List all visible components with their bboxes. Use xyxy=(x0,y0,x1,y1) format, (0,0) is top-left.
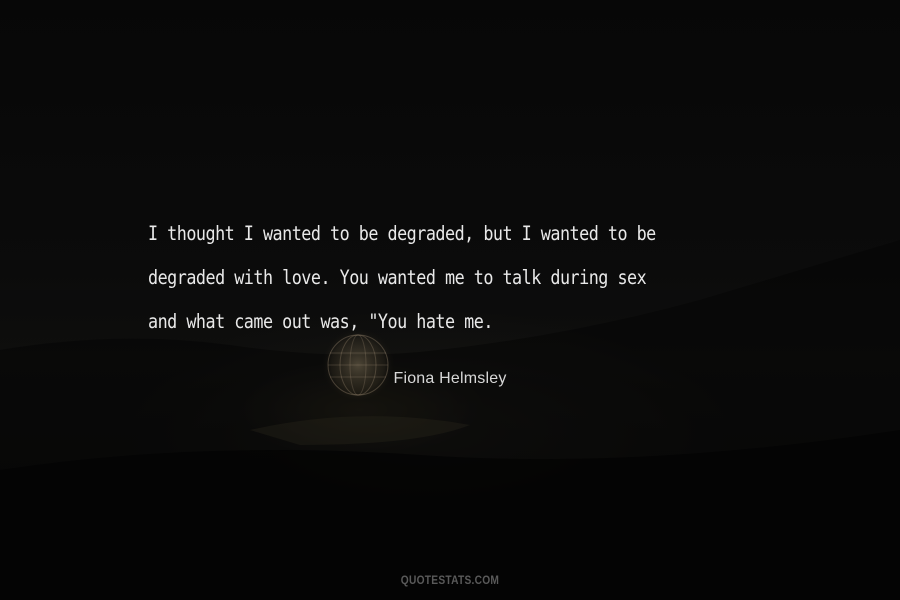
quote-author: Fiona Helmsley xyxy=(393,370,507,387)
quote-line: I thought I wanted to be degraded, but I… xyxy=(148,222,656,245)
quote-text: I thought I wanted to be degraded, but I… xyxy=(148,212,681,344)
site-watermark: QUOTESTATS.COM xyxy=(400,573,500,587)
quote-line: and what came out was, "You hate me. xyxy=(148,310,493,333)
quote-line: degraded with love. You wanted me to tal… xyxy=(148,266,647,289)
